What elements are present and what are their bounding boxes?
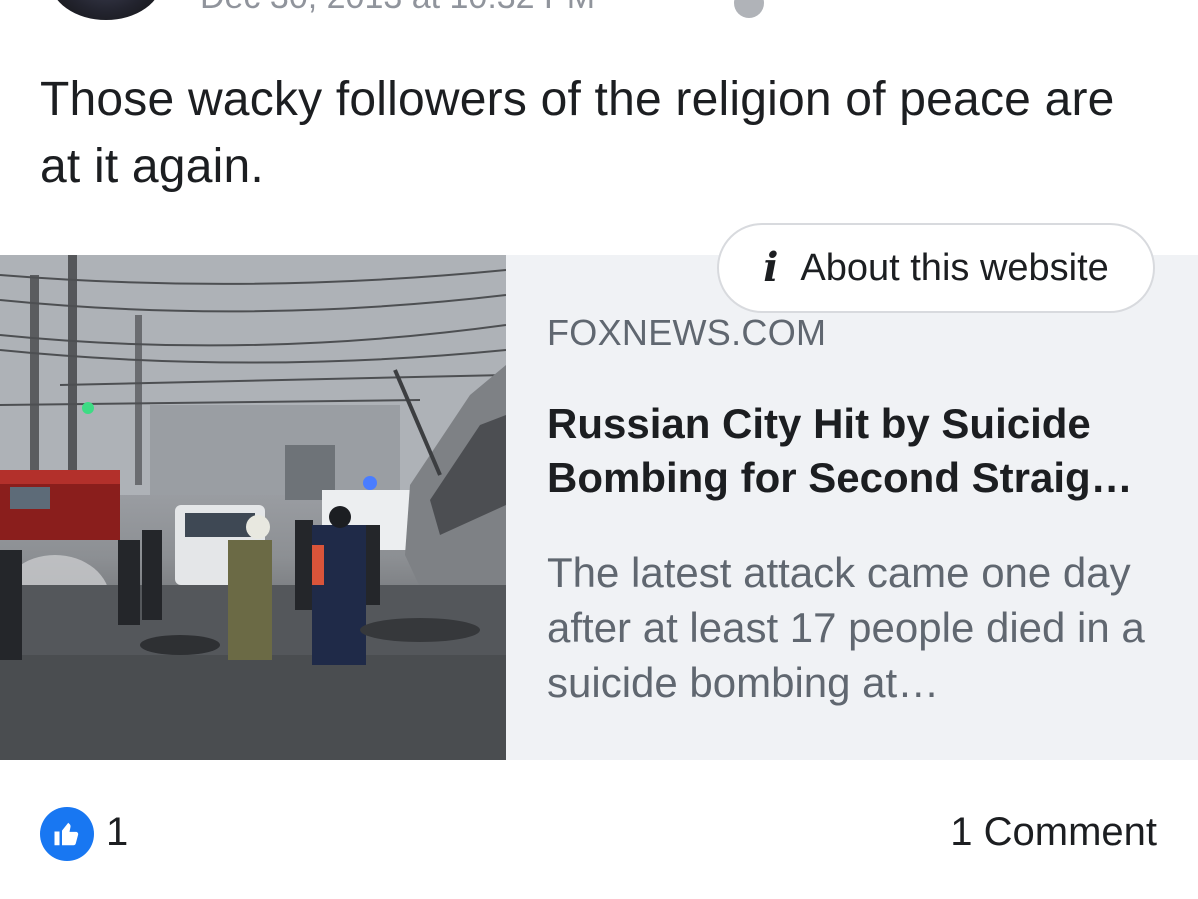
link-preview-image[interactable]	[0, 255, 506, 760]
post-header: Dec 30, 2013 at 10:32 PM	[0, 0, 1198, 20]
like-reaction-badge[interactable]	[40, 807, 94, 861]
link-domain: FOXNEWS.COM	[547, 312, 827, 353]
post-text: Those wacky followers of the religion of…	[40, 73, 1115, 193]
globe-icon	[734, 0, 764, 18]
avatar[interactable]	[50, 0, 162, 20]
post-timestamp[interactable]: Dec 30, 2013 at 10:32 PM	[200, 0, 595, 17]
thumbs-up-icon	[54, 822, 79, 846]
like-count[interactable]: 1	[106, 810, 128, 855]
link-headline[interactable]: Russian City Hit by Suicide Bombing for …	[547, 397, 1167, 505]
facebook-post: Dec 30, 2013 at 10:32 PM Those wacky fol…	[0, 0, 1198, 899]
about-this-website-button[interactable]: i About this website	[717, 223, 1155, 313]
comment-count-link[interactable]: 1 Comment	[950, 810, 1157, 855]
link-preview-card[interactable]: FOXNEWS.COM Russian City Hit by Suicide …	[0, 255, 1198, 760]
about-this-website-label: About this website	[800, 246, 1109, 289]
info-icon: i	[763, 244, 779, 291]
link-description: The latest attack came one day after at …	[547, 549, 1145, 706]
